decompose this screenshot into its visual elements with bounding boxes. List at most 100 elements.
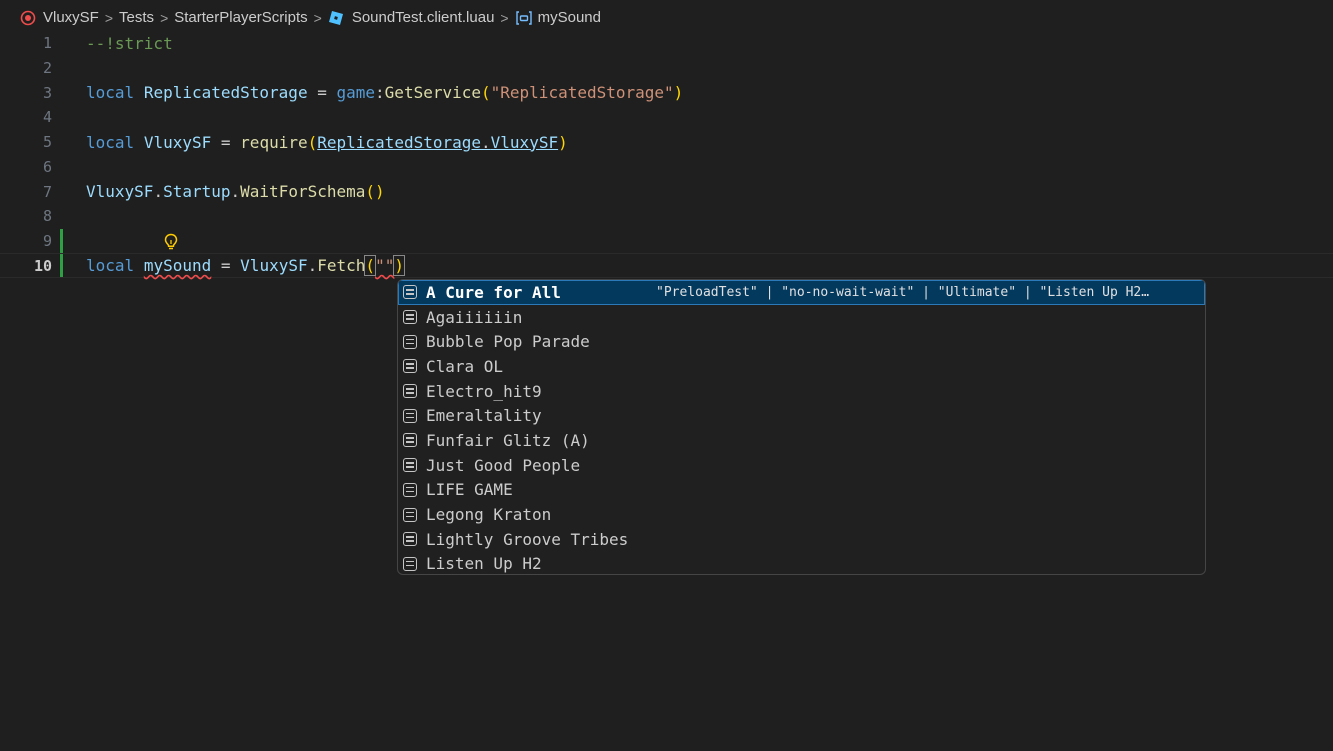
suggestion-label: Lightly Groove Tribes <box>426 529 629 549</box>
identifier-with-warning[interactable]: mySound <box>144 256 211 275</box>
suggestion-label: Emeraltality <box>426 406 542 426</box>
suggestion-label: Agaiiiiiin <box>426 307 523 327</box>
suggestion-label: LIFE GAME <box>426 480 513 500</box>
module-path-link[interactable]: ReplicatedStorage.VluxySF <box>317 133 558 152</box>
lightbulb-icon[interactable] <box>163 233 179 251</box>
code-line[interactable]: 9 <box>0 228 1333 254</box>
function-name: Fetch <box>317 256 366 276</box>
suggestion-item[interactable]: Funfair Glitz (A) <box>398 428 1205 453</box>
breadcrumb-item-starterplayerscripts[interactable]: StarterPlayerScripts <box>174 9 307 26</box>
breadcrumb: VluxySF > Tests > StarterPlayerScripts >… <box>0 0 1333 35</box>
line-number: 10 <box>33 256 52 275</box>
enum-member-icon <box>403 482 417 497</box>
breadcrumb-item-tests[interactable]: Tests <box>119 9 154 26</box>
paren: ) <box>673 83 684 103</box>
line-number: 1 <box>42 34 52 53</box>
function-name: require <box>240 132 308 152</box>
suggestion-type-detail: "PreloadTest" | "no-no-wait-wait" | "Ult… <box>656 284 1150 300</box>
identifier: game <box>336 83 376 103</box>
operator: . <box>307 256 318 276</box>
suggestion-item[interactable]: Electro_hit9 <box>398 379 1205 404</box>
operator: = <box>220 132 231 152</box>
suggestion-label: A Cure for All <box>426 282 561 302</box>
paren: ) <box>558 132 568 152</box>
operator: . <box>153 182 164 202</box>
target-icon <box>20 10 36 25</box>
modified-gutter-marker <box>60 228 63 254</box>
keyword: local <box>86 256 135 276</box>
line-number: 3 <box>42 83 52 102</box>
code-line[interactable]: 5 local VluxySF = require(ReplicatedStor… <box>0 130 1333 155</box>
enum-member-icon <box>403 285 417 300</box>
paren: ( <box>481 83 491 103</box>
autocomplete-suggestions[interactable]: A Cure for All "PreloadTest" | "no-no-wa… <box>397 279 1206 575</box>
modified-gutter-marker <box>60 254 63 277</box>
enum-member-icon <box>403 556 417 571</box>
breadcrumb-item-vluxysf[interactable]: VluxySF <box>20 9 99 26</box>
suggestion-item[interactable]: Clara OL <box>398 354 1205 379</box>
breadcrumb-item-mysound[interactable]: mySound <box>515 9 601 26</box>
suggestion-item[interactable]: Lightly Groove Tribes <box>398 527 1205 552</box>
operator: = <box>220 256 231 276</box>
enum-member-icon <box>403 310 417 325</box>
code-line[interactable]: 7 VluxySF.Startup.WaitForSchema() <box>0 179 1333 204</box>
suggestion-item[interactable]: Legong Kraton <box>398 502 1205 527</box>
line-number: 6 <box>42 157 52 176</box>
editor-window: VluxySF > Tests > StarterPlayerScripts >… <box>0 0 1333 751</box>
code-line[interactable]: 6 <box>0 155 1333 180</box>
line-number: 7 <box>42 182 52 201</box>
identifier: VluxySF <box>143 132 212 152</box>
suggestion-label: Bubble Pop Parade <box>426 332 590 352</box>
suggestion-item-selected[interactable]: A Cure for All "PreloadTest" | "no-no-wa… <box>398 280 1205 305</box>
code-line-current[interactable]: 10 local mySound = VluxySF.Fetch("") <box>0 253 1333 278</box>
suggestion-label: Clara OL <box>426 356 504 376</box>
code-line[interactable]: 1 --!strict <box>0 31 1333 56</box>
code-line[interactable]: 4 <box>0 105 1333 130</box>
enum-member-icon <box>403 532 417 547</box>
paren: () <box>365 182 385 202</box>
breadcrumb-item-file[interactable]: SoundTest.client.luau <box>328 9 495 26</box>
suggestion-item[interactable]: Emeraltality <box>398 403 1205 428</box>
code-line[interactable]: 3 local ReplicatedStorage = game:GetServ… <box>0 80 1333 105</box>
line-number: 5 <box>42 133 52 152</box>
breadcrumb-separator: > <box>160 9 169 26</box>
line-number: 2 <box>42 59 52 78</box>
suggestion-item[interactable]: Just Good People <box>398 453 1205 478</box>
breadcrumb-label: StarterPlayerScripts <box>174 9 308 26</box>
identifier: ReplicatedStorage <box>143 83 308 103</box>
paren: ) <box>393 255 405 277</box>
suggestion-item[interactable]: Agaiiiiiin <box>398 305 1205 330</box>
code-line[interactable]: 8 <box>0 204 1333 229</box>
variable-icon <box>515 10 532 25</box>
code-line[interactable]: 2 <box>0 56 1333 81</box>
enum-member-icon <box>403 334 417 349</box>
string-literal: "" <box>375 256 395 276</box>
line-number: 4 <box>42 108 52 127</box>
breadcrumb-separator: > <box>313 9 322 26</box>
suggestion-item[interactable]: LIFE GAME <box>398 478 1205 503</box>
enum-member-icon <box>403 359 417 374</box>
enum-member-icon <box>403 458 417 473</box>
operator: : <box>375 83 385 103</box>
function-name: WaitForSchema <box>240 182 366 202</box>
suggestion-label: Legong Kraton <box>426 505 552 525</box>
suggestion-label: Funfair Glitz (A) <box>426 430 590 450</box>
breadcrumb-label: Tests <box>119 9 155 26</box>
enum-member-icon <box>403 507 417 522</box>
keyword: local <box>86 83 135 103</box>
paren: ( <box>307 132 318 152</box>
string-literal: "ReplicatedStorage" <box>490 83 674 103</box>
enum-member-icon <box>403 384 417 399</box>
roblox-icon <box>328 10 343 25</box>
comment: --!strict <box>86 33 173 53</box>
breadcrumb-label: SoundTest.client.luau <box>351 9 495 26</box>
breadcrumb-label: mySound <box>537 9 601 26</box>
suggestion-label: Just Good People <box>426 455 581 475</box>
suggestion-item[interactable]: Listen Up H2 <box>398 552 1205 574</box>
line-number: 9 <box>42 231 52 250</box>
suggestion-item[interactable]: Bubble Pop Parade <box>398 329 1205 354</box>
operator: . <box>230 182 241 202</box>
enum-member-icon <box>403 408 417 423</box>
breadcrumb-separator: > <box>104 9 114 26</box>
identifier: Startup <box>163 182 231 202</box>
